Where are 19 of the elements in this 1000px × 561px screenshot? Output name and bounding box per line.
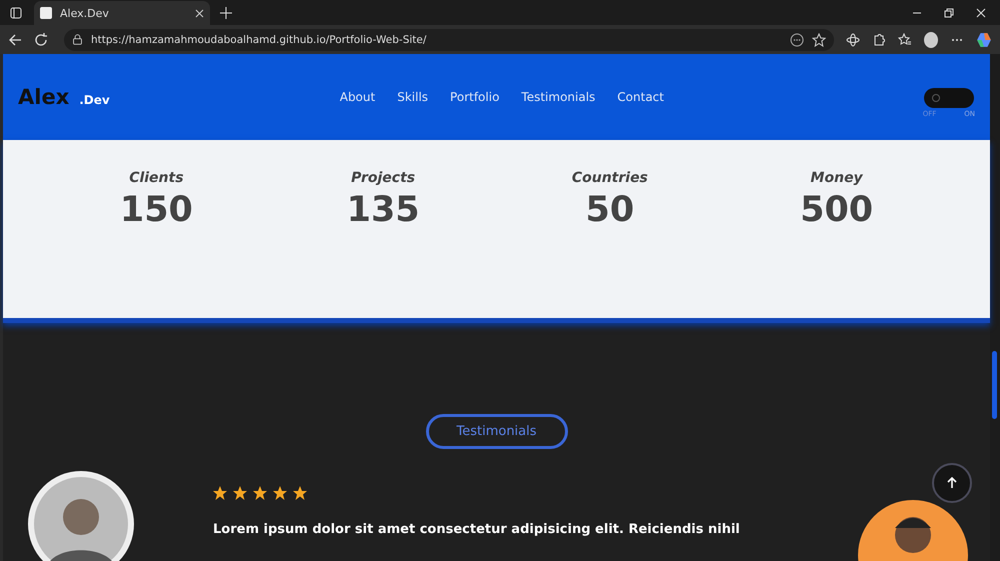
- nav-link[interactable]: Skills: [397, 90, 428, 104]
- browser-tab[interactable]: Alex.Dev: [34, 1, 210, 25]
- logo[interactable]: Alex: [18, 85, 70, 109]
- stat-label: Projects: [351, 170, 416, 186]
- section-heading: Testimonials: [426, 414, 568, 449]
- stat-value: 50: [586, 190, 634, 230]
- stat-label: Money: [810, 170, 863, 186]
- address-bar[interactable]: https://hamzamahmoudaboalhamd.github.io/Portfolio-Web-Site/: [64, 28, 834, 50]
- stat-value: 150: [120, 190, 193, 230]
- testimonial-quote: Lorem ipsum dolor sit amet consectetur adipisicing elit. Reiciendis nihil: [213, 522, 741, 537]
- stat-value: 135: [346, 190, 420, 230]
- stat-label: Clients: [129, 170, 184, 186]
- stat-value: 500: [800, 190, 874, 230]
- stat-label: Countries: [572, 170, 648, 186]
- nav-link[interactable]: Contact: [617, 90, 664, 104]
- nav-link[interactable]: About: [340, 90, 376, 104]
- logo-suffix: .Dev: [79, 93, 110, 107]
- nav-link[interactable]: Portfolio: [450, 90, 500, 104]
- nav-link[interactable]: Testimonials: [521, 90, 596, 104]
